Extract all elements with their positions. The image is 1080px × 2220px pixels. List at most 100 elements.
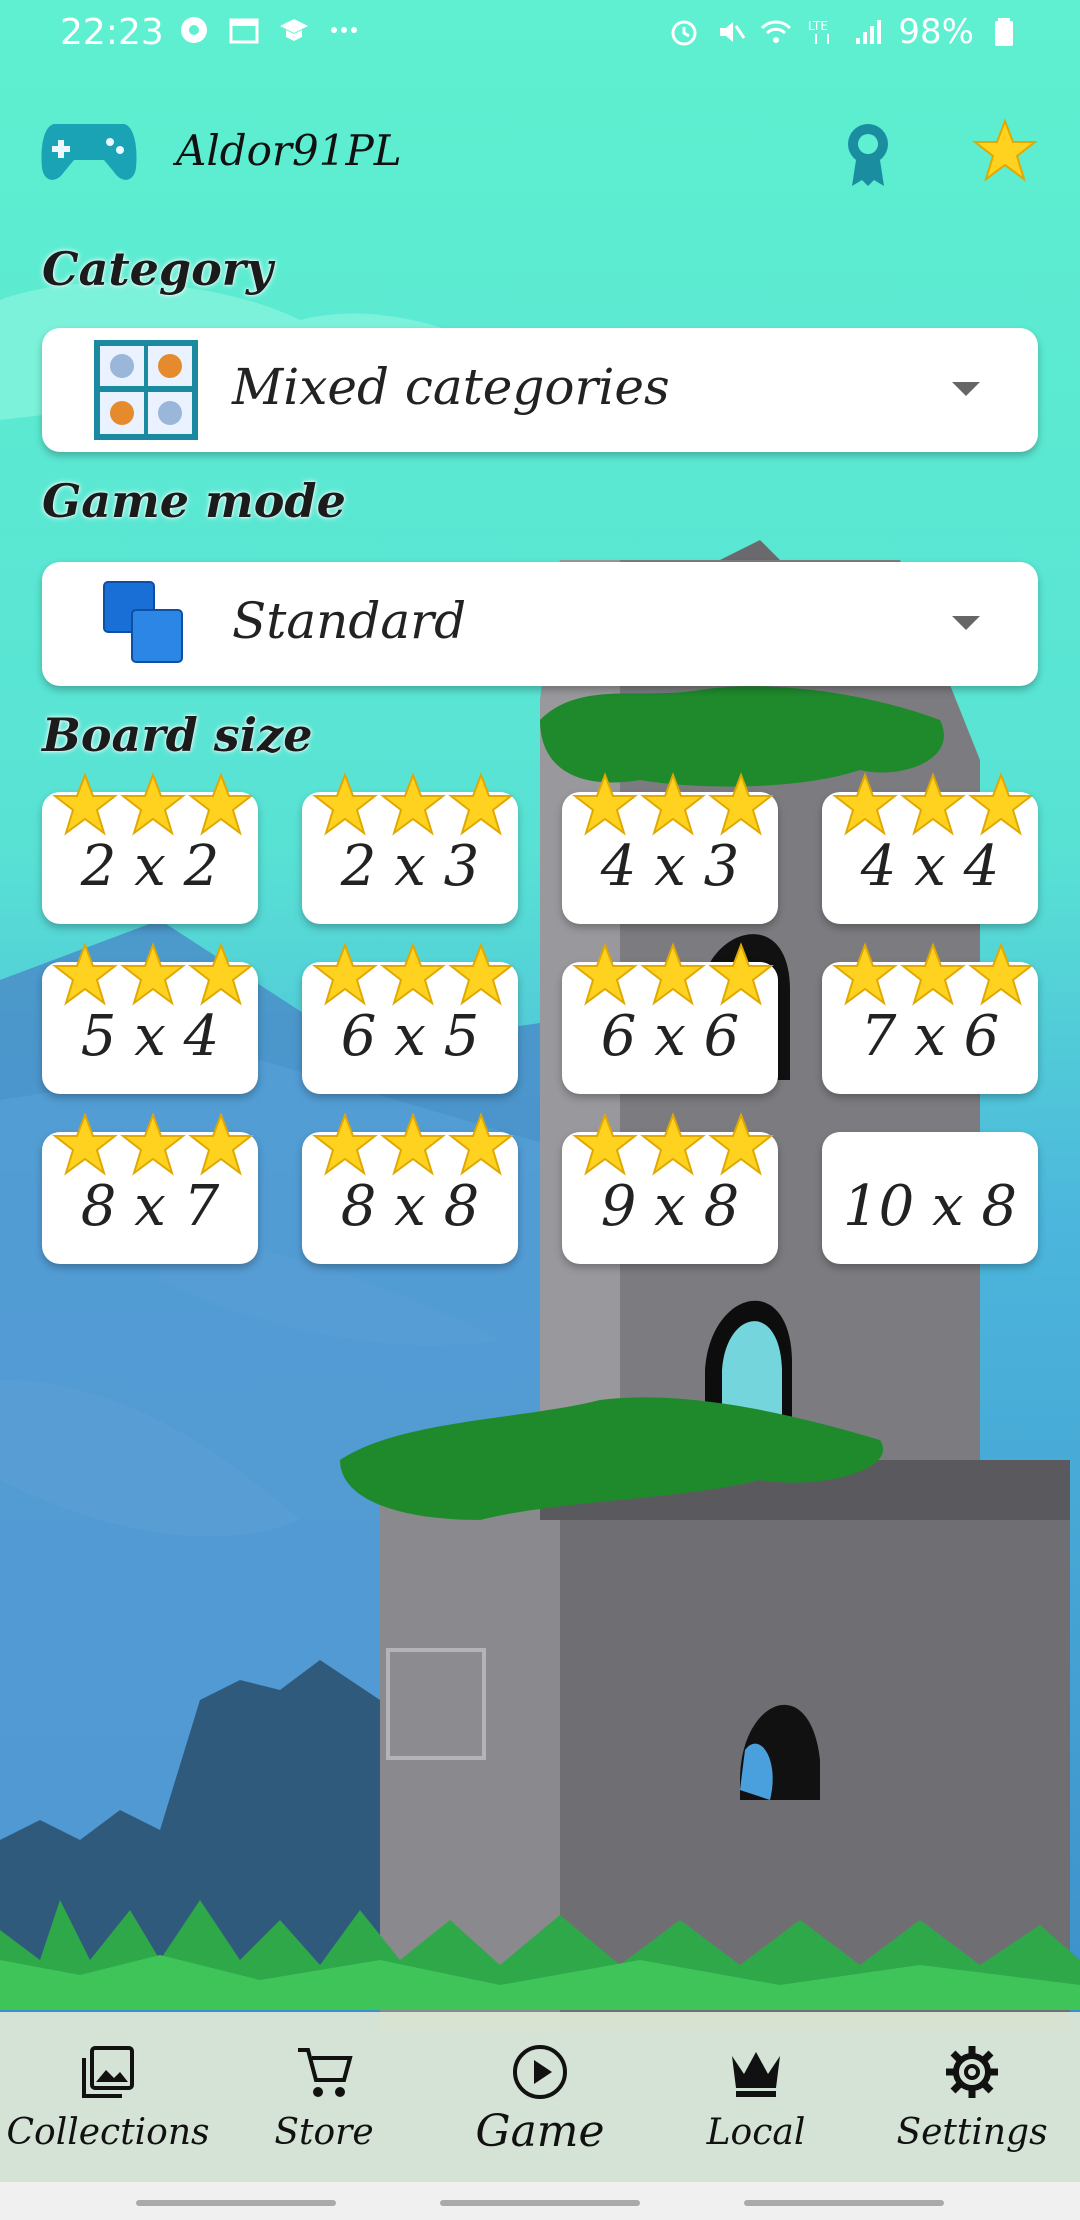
nav-local[interactable]: Local <box>648 2012 864 2182</box>
star-icon <box>900 772 966 836</box>
board-tile[interactable]: 10 x 8 <box>822 1132 1038 1264</box>
game-mode-selector[interactable]: Standard <box>42 562 1038 686</box>
status-time: 22:23 <box>60 12 164 53</box>
star-icon <box>448 1112 514 1176</box>
board-tile[interactable]: 4 x 3 <box>562 772 778 924</box>
category-value: Mixed categories <box>232 358 670 416</box>
tile-size-label: 8 x 8 <box>340 1174 480 1239</box>
nav-collections[interactable]: Collections <box>0 2012 216 2182</box>
calendar-icon <box>229 18 259 44</box>
tile-size-label: 2 x 2 <box>80 834 220 899</box>
star-icon <box>968 772 1034 836</box>
star-icon <box>120 772 186 836</box>
tile-stars <box>832 772 1036 838</box>
gamepad-icon[interactable] <box>40 116 138 186</box>
status-bar: 22:23 LTE 98% <box>0 0 1080 66</box>
battery-icon <box>995 18 1013 46</box>
graduation-cap-icon <box>280 19 308 41</box>
system-navigation-bar <box>0 2182 1080 2220</box>
star-icon <box>448 772 514 836</box>
svg-text:LTE: LTE <box>808 19 828 33</box>
nav-settings-label: Settings <box>896 2112 1048 2153</box>
star-icon <box>968 942 1034 1006</box>
board-tile[interactable]: 6 x 6 <box>562 942 778 1094</box>
star-icon <box>708 772 774 836</box>
tile-stars <box>832 1112 1036 1178</box>
star-icon <box>640 942 706 1006</box>
alarm-icon <box>671 20 697 46</box>
medal-icon[interactable] <box>840 120 896 188</box>
board-tile[interactable]: 2 x 3 <box>302 772 518 924</box>
tile-size-label: 4 x 3 <box>600 834 740 899</box>
tile-stars <box>312 772 516 838</box>
board-tile[interactable]: 6 x 5 <box>302 942 518 1094</box>
star-icon <box>312 1112 378 1176</box>
star-icon <box>640 772 706 836</box>
category-label: Category <box>42 242 273 296</box>
tile-stars <box>572 1112 776 1178</box>
nav-game[interactable]: Game <box>432 2012 648 2182</box>
star-icon <box>188 942 254 1006</box>
tile-size-label: 7 x 6 <box>860 1004 1000 1069</box>
header: Aldor91PL <box>0 110 1080 190</box>
battery-percent: 98% <box>898 12 974 52</box>
tile-size-label: 4 x 4 <box>860 834 1000 899</box>
crown-icon <box>732 2052 780 2097</box>
star-icon <box>52 942 118 1006</box>
app-notification-icon <box>181 17 207 43</box>
star-icon[interactable] <box>972 118 1038 184</box>
wifi-icon <box>761 20 792 43</box>
tile-size-label: 6 x 6 <box>600 1004 740 1069</box>
tile-stars <box>52 1112 256 1178</box>
tile-stars <box>832 942 1036 1008</box>
status-right-icons: LTE 98% <box>668 12 1020 52</box>
board-tile[interactable]: 5 x 4 <box>42 942 258 1094</box>
star-icon <box>380 942 446 1006</box>
cart-icon <box>298 2048 353 2097</box>
tile-stars <box>312 942 516 1008</box>
gesture-handle <box>440 2200 640 2206</box>
star-icon <box>380 772 446 836</box>
mute-icon <box>720 22 746 42</box>
nav-store-label: Store <box>274 2112 374 2153</box>
board-tile[interactable]: 8 x 7 <box>42 1112 258 1264</box>
chevron-down-icon <box>952 382 980 396</box>
star-icon <box>832 772 898 836</box>
tile-stars <box>572 942 776 1008</box>
star-icon <box>832 942 898 1006</box>
nav-collections-label: Collections <box>6 2112 210 2153</box>
star-icon <box>120 942 186 1006</box>
star-icon <box>572 772 638 836</box>
tile-size-label: 6 x 5 <box>340 1004 480 1069</box>
board-size-label: Board size <box>42 708 313 762</box>
board-tile[interactable]: 8 x 8 <box>302 1112 518 1264</box>
tile-size-label: 8 x 7 <box>80 1174 220 1239</box>
star-icon <box>188 1112 254 1176</box>
tile-size-label: 10 x 8 <box>842 1174 1018 1239</box>
board-tile[interactable]: 4 x 4 <box>822 772 1038 924</box>
tile-stars <box>52 772 256 838</box>
chevron-down-icon <box>952 616 980 630</box>
gesture-handle <box>744 2200 944 2206</box>
tile-size-label: 9 x 8 <box>600 1174 740 1239</box>
bottom-navigation: Collections Store Game Local Settings <box>0 2012 1080 2182</box>
board-tile[interactable]: 9 x 8 <box>562 1112 778 1264</box>
lte-icon: LTE <box>808 19 830 44</box>
category-selector[interactable]: Mixed categories <box>42 328 1038 452</box>
nav-game-label: Game <box>475 2106 605 2157</box>
star-icon <box>380 1112 446 1176</box>
nav-settings[interactable]: Settings <box>864 2012 1080 2182</box>
play-icon <box>513 2045 567 2099</box>
board-tile[interactable]: 7 x 6 <box>822 942 1038 1094</box>
tile-stars <box>52 942 256 1008</box>
star-icon <box>708 1112 774 1176</box>
board-tile[interactable]: 2 x 2 <box>42 772 258 924</box>
nav-store[interactable]: Store <box>216 2012 432 2182</box>
tile-size-label: 2 x 3 <box>340 834 480 899</box>
star-icon <box>312 772 378 836</box>
more-dots-icon <box>331 27 357 33</box>
star-icon <box>188 772 254 836</box>
status-left-icons <box>178 14 360 46</box>
board-size-grid: 2 x 2 2 x 3 4 x 3 4 x 4 5 x 4 6 x 5 6 x … <box>42 772 1038 1264</box>
tile-stars <box>572 772 776 838</box>
